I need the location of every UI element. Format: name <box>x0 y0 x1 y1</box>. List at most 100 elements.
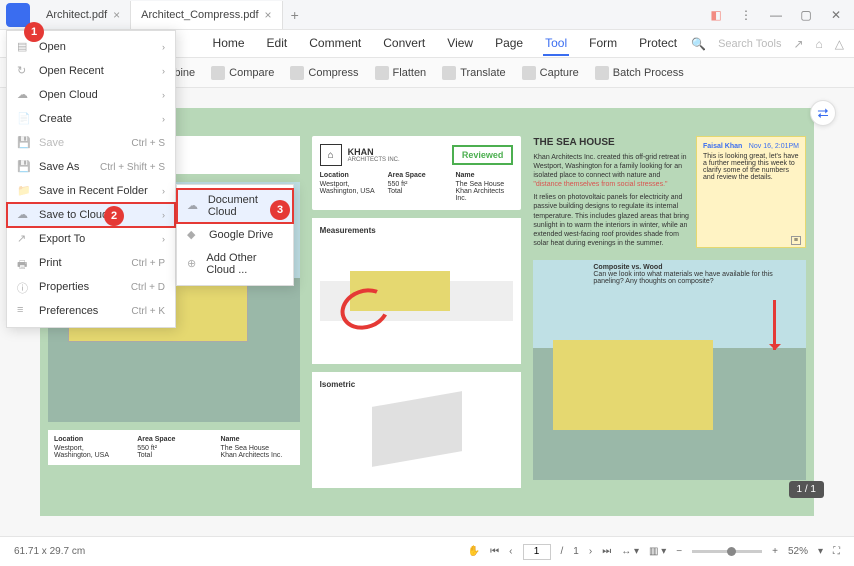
menu-tool[interactable]: Tool <box>543 32 569 56</box>
tool-batch-process[interactable]: Batch Process <box>595 66 684 80</box>
tool-translate[interactable]: Translate <box>442 66 505 80</box>
submenu-add-other-cloud[interactable]: ⊕Add Other Cloud ... <box>177 247 293 281</box>
view-mode-icon[interactable]: ▥ ▾ <box>649 546 666 557</box>
page-dimensions: 61.71 x 29.7 cm <box>14 546 85 557</box>
maximize-icon[interactable]: ▢ <box>798 8 814 22</box>
menu-item-print[interactable]: 🖶PrintCtrl + P <box>7 251 175 275</box>
nav-prev-icon[interactable]: ‹ <box>509 546 512 557</box>
nav-last-icon[interactable]: ⏭ <box>602 546 611 557</box>
compress-icon <box>290 66 304 80</box>
close-icon[interactable]: × <box>113 8 120 22</box>
tab-label: Architect_Compress.pdf <box>141 9 258 21</box>
menu-item-save-to-cloud[interactable]: ☁Save to Cloud› <box>7 203 175 227</box>
reviewed-stamp: Reviewed <box>452 145 514 165</box>
fit-width-icon[interactable]: ↔ ▾ <box>621 546 639 557</box>
file-menu: ▤Open› ↻Open Recent› ☁Open Cloud› 📄Creat… <box>6 30 176 328</box>
sidebar-toggle-button[interactable]: ⮂ <box>810 100 836 126</box>
khan-name: KHAN <box>348 147 400 157</box>
properties-icon: ⓘ <box>17 280 31 294</box>
home-icon[interactable]: ⌂ <box>816 37 823 51</box>
menu-view[interactable]: View <box>445 32 475 56</box>
page-number-input[interactable] <box>523 544 551 560</box>
menu-item-save-as[interactable]: 💾Save AsCtrl + Shift + S <box>7 155 175 179</box>
page-indicator: 1 / 1 <box>789 481 824 498</box>
menu-item-preferences[interactable]: ≡PreferencesCtrl + K <box>7 299 175 323</box>
open-icon: ▤ <box>17 40 31 54</box>
add-tab-button[interactable]: + <box>283 7 307 23</box>
isometric-panel: Isometric <box>312 372 522 489</box>
preferences-icon: ≡ <box>17 304 31 318</box>
share-icon[interactable]: ↗ <box>793 37 803 51</box>
zoom-in-icon[interactable]: + <box>772 546 778 557</box>
close-window-icon[interactable]: ✕ <box>828 8 844 22</box>
comment-author: Faisal Khan <box>703 143 742 150</box>
capture-icon <box>522 66 536 80</box>
help-icon[interactable]: △ <box>835 37 844 51</box>
compare-icon <box>211 66 225 80</box>
submenu-google-drive[interactable]: ◆Google Drive <box>177 223 293 247</box>
zoom-thumb[interactable] <box>727 547 736 556</box>
search-tools-input[interactable]: Search Tools <box>718 38 781 50</box>
callout-title: Composite vs. Wood <box>593 264 796 271</box>
recent-icon: ↻ <box>17 64 31 78</box>
search-icon[interactable]: 🔍 <box>691 37 706 51</box>
minimize-icon[interactable]: — <box>768 8 784 22</box>
hand-tool-icon[interactable]: ✋ <box>468 546 480 557</box>
elevation-drawing <box>320 241 514 321</box>
titlebar: Architect.pdf × Architect_Compress.pdf ×… <box>0 0 854 30</box>
perspective-house <box>553 340 713 430</box>
tab-architect-compress[interactable]: Architect_Compress.pdf × <box>131 1 282 29</box>
doc-cloud-icon: ☁ <box>187 199 200 213</box>
menu-page[interactable]: Page <box>493 32 525 56</box>
spec-table: LocationWestport,Washington, USA Area Sp… <box>48 430 300 465</box>
menu-item-open-recent[interactable]: ↻Open Recent› <box>7 59 175 83</box>
save-icon: 💾 <box>17 136 31 150</box>
sea-house-title: THE SEA HOUSE <box>533 136 690 149</box>
notify-icon[interactable]: ◧ <box>708 8 724 22</box>
menu-protect[interactable]: Protect <box>637 32 679 56</box>
batch-icon <box>595 66 609 80</box>
statusbar: 61.71 x 29.7 cm ✋ ⏮ ‹ / 1 › ⏭ ↔ ▾ ▥ ▾ − … <box>0 536 854 566</box>
tool-compare[interactable]: Compare <box>211 66 274 80</box>
save-as-icon: 💾 <box>17 160 31 174</box>
menu-item-open-cloud[interactable]: ☁Open Cloud› <box>7 83 175 107</box>
menu-item-properties[interactable]: ⓘPropertiesCtrl + D <box>7 275 175 299</box>
page-total: 1 <box>573 546 579 557</box>
zoom-slider[interactable] <box>692 550 762 553</box>
menu-home[interactable]: Home <box>211 32 247 56</box>
folder-icon: 📁 <box>17 184 31 198</box>
tab-label: Architect.pdf <box>46 9 107 21</box>
measurements-panel: Measurements <box>312 218 522 364</box>
nav-next-icon[interactable]: › <box>589 546 592 557</box>
zoom-out-icon[interactable]: − <box>676 546 682 557</box>
fullscreen-icon[interactable]: ⛶ <box>833 546 840 557</box>
tool-compress[interactable]: Compress <box>290 66 358 80</box>
tool-flatten[interactable]: Flatten <box>375 66 427 80</box>
menu-comment[interactable]: Comment <box>307 32 363 56</box>
comment-expand-icon[interactable]: ≡ <box>791 236 801 245</box>
zoom-value[interactable]: 52% <box>788 546 808 557</box>
comment-note[interactable]: Faisal Khan Nov 16, 2:01PM This is looki… <box>696 136 806 248</box>
add-cloud-icon: ⊕ <box>187 257 198 271</box>
tool-capture[interactable]: Capture <box>522 66 579 80</box>
menu-item-save: 💾SaveCtrl + S <box>7 131 175 155</box>
cloud-up-icon: ☁ <box>17 208 31 222</box>
more-icon[interactable]: ⋮ <box>738 8 754 22</box>
menu-form[interactable]: Form <box>587 32 619 56</box>
gdrive-icon: ◆ <box>187 228 201 242</box>
header-panel: ⌂ KHAN ARCHITECTS INC. Reviewed Location… <box>312 136 522 210</box>
isometric-title: Isometric <box>320 380 514 389</box>
comment-date: Nov 16, 2:01PM <box>749 143 799 150</box>
nav-first-icon[interactable]: ⏮ <box>490 546 499 557</box>
tab-architect[interactable]: Architect.pdf × <box>36 1 131 29</box>
menu-item-export-to[interactable]: ↗Export To› <box>7 227 175 251</box>
menu-convert[interactable]: Convert <box>381 32 427 56</box>
translate-icon <box>442 66 456 80</box>
menu-edit[interactable]: Edit <box>265 32 290 56</box>
measurements-title: Measurements <box>320 226 514 235</box>
print-icon: 🖶 <box>17 256 31 270</box>
menu-item-save-recent-folder[interactable]: 📁Save in Recent Folder› <box>7 179 175 203</box>
close-icon[interactable]: × <box>265 8 272 22</box>
export-icon: ↗ <box>17 232 31 246</box>
menu-item-create[interactable]: 📄Create› <box>7 107 175 131</box>
